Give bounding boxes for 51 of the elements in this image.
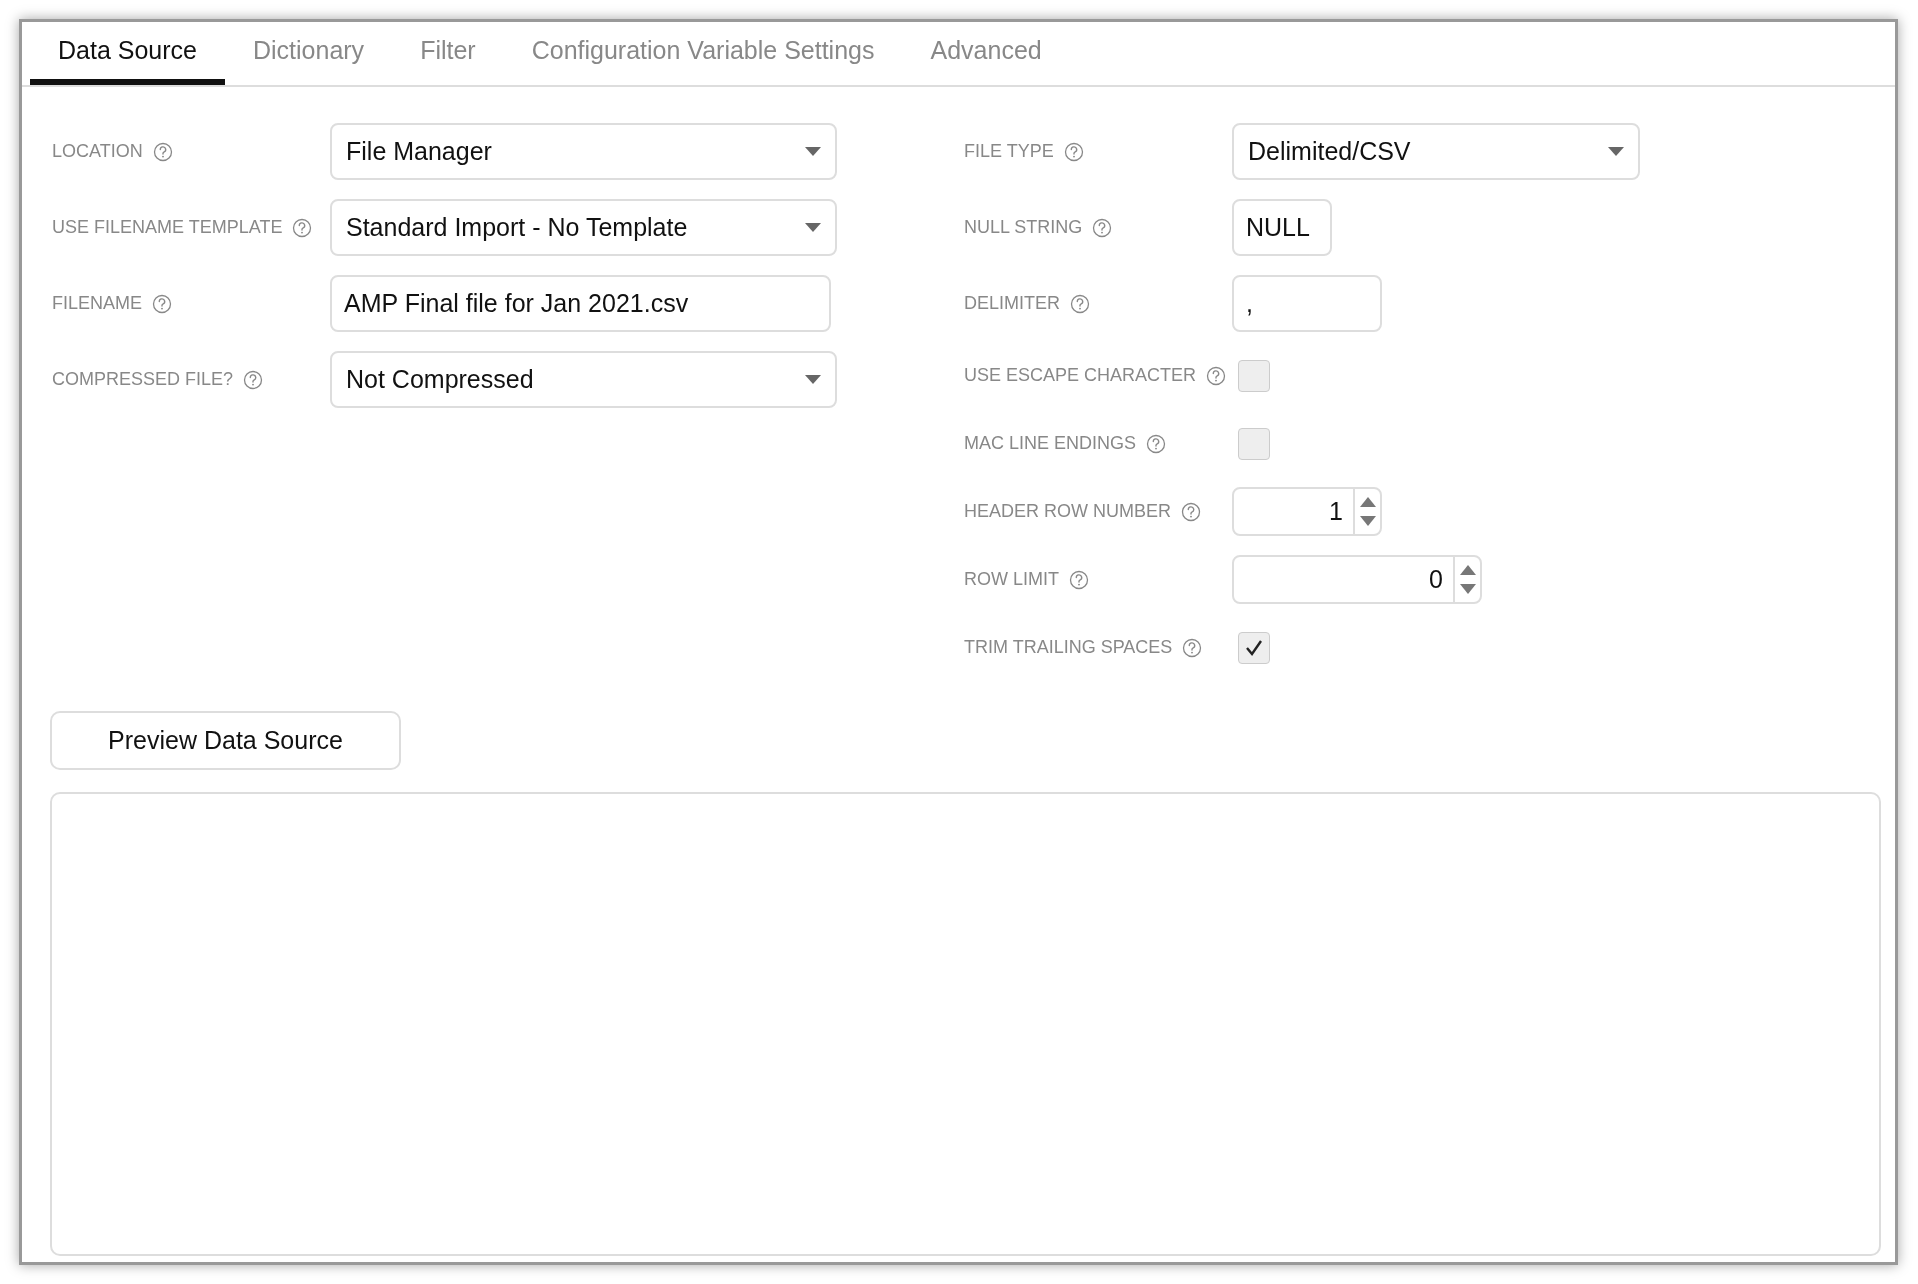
text-field[interactable]: ,: [1232, 275, 1382, 332]
field-label: FILE TYPE: [964, 141, 1054, 162]
tab[interactable]: Configuration Variable Settings: [503, 22, 903, 85]
help-icon[interactable]: [1182, 637, 1203, 658]
check-icon: [1244, 638, 1264, 657]
increment-icon[interactable]: [1359, 496, 1376, 507]
field-label: TRIM TRAILING SPACES: [964, 637, 1173, 658]
field-label: LOCATION: [52, 141, 143, 162]
text-field[interactable]: AMP Final file for Jan 2021.csv: [330, 275, 831, 332]
dropdown[interactable]: Standard Import - No Template: [330, 199, 837, 256]
caret-icon: [1608, 147, 1624, 156]
field-label: ROW LIMIT: [964, 569, 1059, 590]
dropdown[interactable]: Delimited/CSV: [1232, 123, 1640, 180]
help-icon[interactable]: [1069, 569, 1089, 590]
checkbox[interactable]: [1238, 427, 1270, 460]
field-label: MAC LINE ENDINGS: [964, 433, 1137, 454]
text-field[interactable]: NULL: [1232, 199, 1332, 256]
number-field[interactable]: 1: [1232, 487, 1382, 536]
decrement-icon[interactable]: [1359, 516, 1376, 527]
preview-button[interactable]: Preview Data Source: [50, 711, 401, 770]
help-icon[interactable]: [1181, 501, 1201, 522]
help-icon[interactable]: [292, 217, 313, 238]
help-icon[interactable]: [1063, 141, 1084, 162]
checkbox[interactable]: [1238, 631, 1270, 664]
field-label: USE ESCAPE CHARACTER: [964, 365, 1197, 386]
checkbox[interactable]: [1238, 359, 1270, 392]
caret-icon: [805, 223, 821, 232]
help-icon[interactable]: [1092, 217, 1113, 238]
tab[interactable]: Filter: [392, 22, 504, 85]
help-icon[interactable]: [1146, 433, 1167, 454]
field-label: HEADER ROW NUMBER: [964, 501, 1171, 522]
dropdown[interactable]: Not Compressed: [330, 351, 837, 408]
field-label: DELIMITER: [964, 293, 1060, 314]
field-label: FILENAME: [52, 293, 143, 314]
tab[interactable]: Dictionary: [224, 22, 393, 85]
tab[interactable]: Data Source: [30, 22, 225, 85]
help-icon[interactable]: [152, 141, 173, 162]
field-label: USE FILENAME TEMPLATE: [52, 217, 283, 238]
dropdown[interactable]: File Manager: [330, 123, 837, 180]
increment-icon[interactable]: [1459, 564, 1476, 575]
help-icon[interactable]: [243, 369, 264, 390]
caret-icon: [805, 147, 821, 156]
caret-icon: [805, 375, 821, 384]
field-label: NULL STRING: [964, 217, 1083, 238]
help-icon[interactable]: [1206, 365, 1227, 386]
number-field[interactable]: 0: [1232, 555, 1482, 604]
field-label: COMPRESSED FILE?: [52, 369, 234, 390]
help-icon[interactable]: [152, 293, 173, 314]
help-icon[interactable]: [1070, 293, 1090, 314]
decrement-icon[interactable]: [1459, 584, 1476, 595]
tab[interactable]: Advanced: [902, 22, 1070, 85]
